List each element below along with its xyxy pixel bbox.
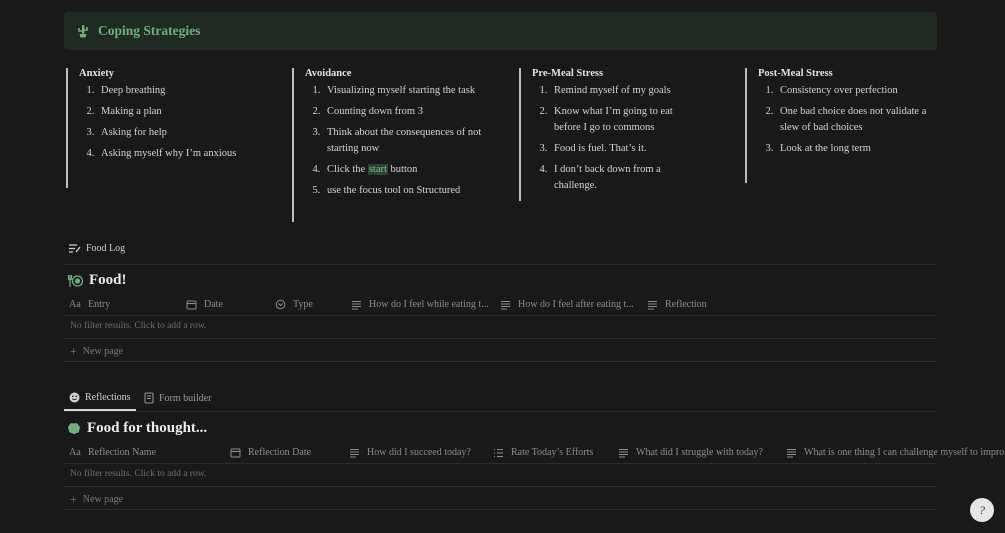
divider [64, 463, 937, 464]
list-item[interactable]: Consistency over perfection [776, 83, 938, 99]
list-item[interactable]: Know what I’m going to eat before I go t… [550, 104, 692, 136]
column-header-challenge[interactable]: What is one thing I can challenge myself… [784, 447, 1005, 458]
brain-icon [67, 422, 81, 435]
list-item[interactable]: Counting down from 3 [323, 104, 485, 120]
column-header-type[interactable]: Type [273, 299, 313, 310]
smiley-icon [69, 392, 80, 403]
database-title: Food! [89, 272, 127, 288]
column-label: How do I feel after eating t... [518, 299, 634, 310]
highlighted-start: start [367, 164, 388, 175]
column-header-feel-while[interactable]: How do I feel while eating t... [349, 299, 489, 310]
tab-label: Reflections [85, 392, 131, 403]
list-item[interactable]: I don’t back down from a challenge. [550, 162, 692, 194]
list-item[interactable]: Remind myself of my goals [550, 83, 692, 99]
new-page-button[interactable]: + New page [70, 344, 123, 359]
cactus-icon [76, 24, 90, 38]
column-label: What did I struggle with today? [636, 447, 763, 458]
strategy-heading: Post-Meal Stress [758, 68, 833, 79]
column-label: How do I feel while eating t... [369, 299, 489, 310]
text-lines-icon [645, 300, 659, 310]
help-button[interactable]: ? [970, 498, 994, 522]
column-label: Type [293, 299, 313, 310]
strategy-column-avoidance: Avoidance Visualizing myself starting th… [292, 68, 485, 222]
list-item[interactable]: Look at the long term [776, 141, 938, 157]
list-item-click-start[interactable]: Click the start button [323, 162, 485, 178]
column-header-feel-after[interactable]: How do I feel after eating t... [498, 299, 634, 310]
column-label: Date [204, 299, 223, 310]
strategy-heading: Anxiety [79, 68, 114, 79]
text-segment: button [387, 164, 418, 175]
plus-icon: + [70, 492, 77, 506]
list-item[interactable]: Asking for help [97, 125, 279, 141]
plate-cutlery-icon [67, 274, 83, 288]
calendar-icon [228, 447, 242, 458]
list-item[interactable]: use the focus tool on Structured [323, 183, 485, 199]
tab-reflections[interactable]: Reflections [69, 392, 131, 403]
divider [64, 486, 937, 487]
calendar-icon [184, 299, 198, 310]
text-lines-icon [784, 448, 798, 458]
column-header-reflection[interactable]: Reflection [645, 299, 707, 310]
database-title-food-for-thought[interactable]: Food for thought... [67, 420, 207, 437]
text-lines-icon [349, 300, 363, 310]
tab-label: Form builder [159, 392, 212, 404]
tab-food-log[interactable]: Food Log [68, 243, 125, 254]
column-label: Reflection [665, 299, 707, 310]
empty-state-text[interactable]: No filter results. Click to add a row. [70, 321, 206, 331]
strategy-heading: Pre-Meal Stress [532, 68, 604, 79]
column-label: What is one thing I can challenge myself… [804, 447, 1005, 458]
list-item[interactable]: Think about the consequences of not star… [323, 125, 485, 157]
new-page-button[interactable]: + New page [70, 492, 123, 507]
column-header-reflection-date[interactable]: Reflection Date [228, 447, 311, 458]
list-filter-icon [69, 244, 81, 253]
list-item[interactable]: Visualizing myself starting the task [323, 83, 485, 99]
tab-label: Food Log [86, 243, 126, 254]
text-lines-icon [498, 300, 512, 310]
column-label: Reflection Name [88, 447, 157, 458]
database-title-food[interactable]: Food! [67, 272, 127, 289]
strategy-column-anxiety: Anxiety Deep breathing Making a plan Ask… [66, 68, 279, 188]
callout-coping-strategies: Coping Strategies [64, 12, 937, 50]
text-lines-icon [616, 448, 630, 458]
list-item[interactable]: One bad choice does not validate a slew … [776, 104, 938, 136]
database-title: Food for thought... [87, 420, 208, 436]
list-item[interactable]: Food is fuel. That’s it. [550, 141, 692, 157]
divider [64, 361, 937, 362]
column-header-reflection-name[interactable]: Aa Reflection Name [68, 447, 156, 458]
text-lines-icon [347, 448, 361, 458]
strategy-column-pre-meal-stress: Pre-Meal Stress Remind myself of my goal… [519, 68, 692, 201]
text-property-icon: Aa [69, 447, 81, 458]
plus-icon: + [70, 344, 77, 358]
column-header-entry[interactable]: Aa Entry [68, 299, 110, 310]
list-item[interactable]: Deep breathing [97, 83, 279, 99]
strategy-heading: Avoidance [305, 68, 352, 79]
bulleted-list-icon [491, 448, 505, 458]
column-header-rate-efforts[interactable]: Rate Today’s Efforts [491, 447, 593, 458]
divider [64, 315, 937, 316]
select-circle-icon [273, 299, 287, 310]
column-header-succeed[interactable]: How did I succeed today? [347, 447, 471, 458]
divider [64, 411, 937, 412]
tab-form-builder[interactable]: Form builder [144, 392, 212, 404]
column-label: Entry [88, 299, 111, 310]
list-item[interactable]: Making a plan [97, 104, 279, 120]
text-segment: Click the [327, 164, 368, 175]
new-page-label: New page [82, 494, 124, 505]
column-label: How did I succeed today? [367, 447, 471, 458]
column-header-date[interactable]: Date [184, 299, 223, 310]
list-item[interactable]: Asking myself why I’m anxious [97, 146, 279, 162]
text-property-icon: Aa [69, 299, 81, 310]
column-label: Rate Today’s Efforts [511, 447, 594, 458]
divider [64, 264, 937, 265]
column-label: Reflection Date [248, 447, 312, 458]
new-page-label: New page [82, 346, 124, 357]
form-icon [144, 392, 154, 404]
divider [64, 338, 937, 339]
divider [64, 509, 937, 510]
strategy-column-post-meal-stress: Post-Meal Stress Consistency over perfec… [745, 68, 938, 183]
column-header-struggle[interactable]: What did I struggle with today? [616, 447, 763, 458]
empty-state-text[interactable]: No filter results. Click to add a row. [70, 469, 206, 479]
callout-title: Coping Strategies [98, 23, 201, 38]
